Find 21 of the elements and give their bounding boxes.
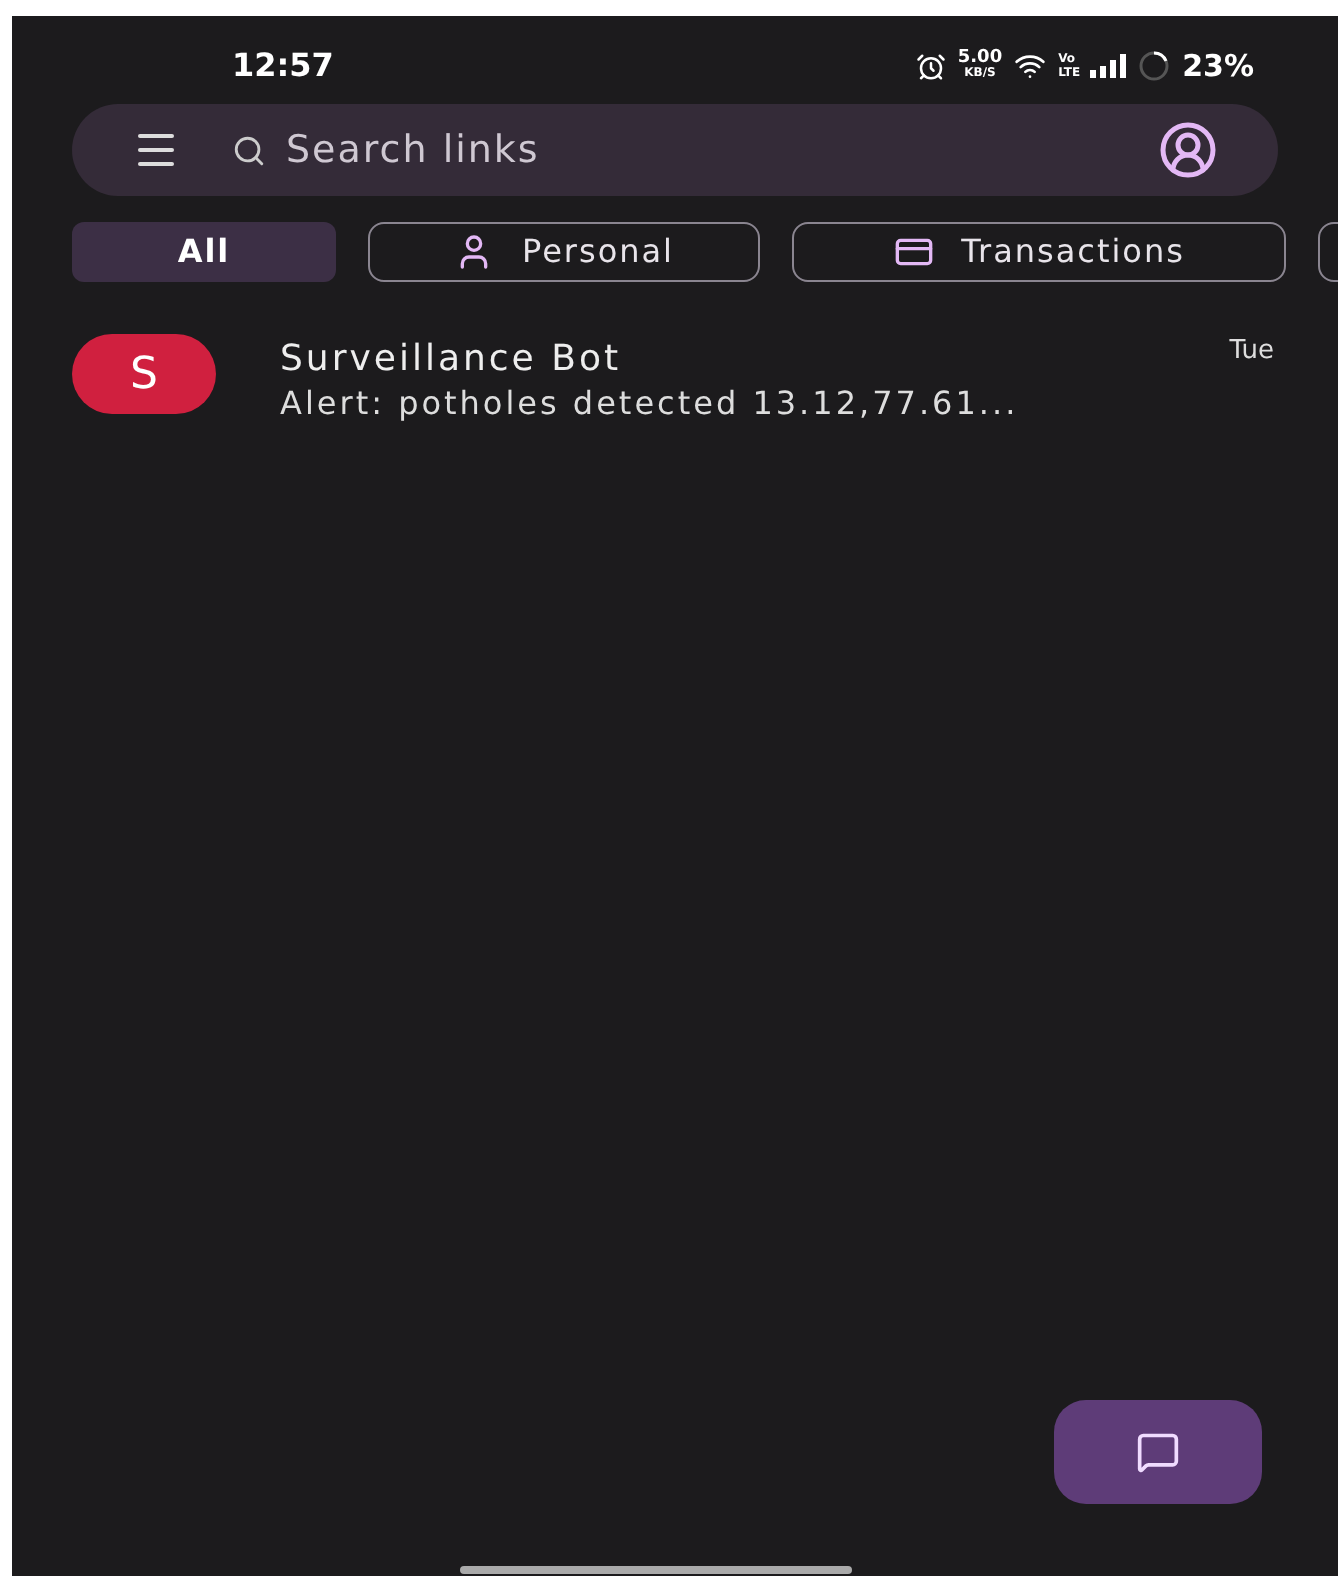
message-time: Tue [1229,334,1274,370]
filter-chip[interactable]: All [72,222,336,282]
message-preview: Alert: potholes detected 13.12,77.61... [280,382,1021,426]
filter-chip[interactable]: Transactions [792,222,1286,282]
speed-value: 5.00 [957,50,1003,66]
battery-level: 23% [1182,45,1254,88]
account-icon[interactable] [1158,120,1218,180]
search-placeholder: Search links [286,125,542,176]
battery-ring-icon [1138,50,1171,82]
search-icon [232,133,266,167]
conversation-row[interactable]: S Surveillance Bot Alert: potholes detected 13.12,77.61... Tue [12,326,1338,426]
filter-chip[interactable]: Personal [368,222,760,282]
compose-button[interactable] [1054,1400,1262,1504]
signal-icon [1090,54,1127,78]
status-time: 12:57 [232,44,334,88]
search-bar[interactable]: Search links [72,104,1278,196]
alarm-icon [915,51,946,81]
wifi-icon [1014,50,1047,82]
chat-bubble-icon [1136,1430,1180,1474]
contact-avatar: S [72,334,216,414]
contact-name: Surveillance Bot [280,338,624,382]
